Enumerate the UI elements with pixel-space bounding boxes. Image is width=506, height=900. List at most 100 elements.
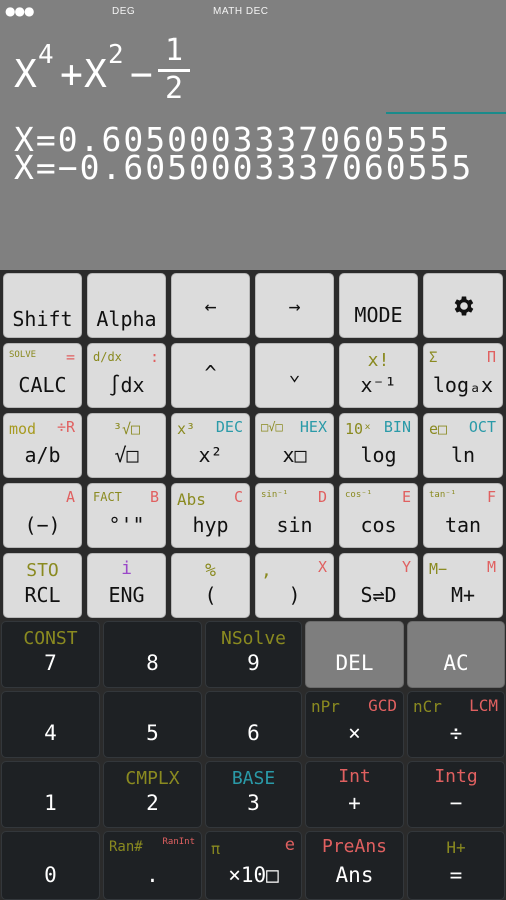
integral-alpha-label: : [149, 348, 159, 366]
m-plus-label: M+ [450, 583, 476, 607]
var-d-label: D [317, 488, 327, 506]
power-key[interactable]: □√□ HEX x□ [255, 413, 334, 478]
sd-key[interactable]: Y S⇌D [339, 553, 418, 618]
divide-key[interactable]: nCr LCM ÷ [407, 691, 505, 758]
digit-3-label: 3 [247, 791, 260, 815]
integral-label: ∫dx [108, 373, 145, 397]
digit-2-key[interactable]: CMPLX 2 [103, 761, 202, 828]
digit-5-label: 5 [146, 721, 159, 745]
cursor-left-key[interactable]: ← [171, 273, 250, 338]
var-c-label: C [233, 488, 243, 506]
cos-key[interactable]: cos⁻¹ E cos [339, 483, 418, 548]
times-ten-power-key[interactable]: π e ×10□ [205, 831, 302, 900]
var-m-label: M [486, 558, 496, 576]
degree-key[interactable]: FACT B °'" [87, 483, 166, 548]
calc-alpha-label: = [65, 348, 75, 366]
digit-5-key[interactable]: 5 [103, 691, 202, 758]
digit-0-label: 0 [44, 863, 57, 887]
decimal-point-key[interactable]: Ran# RanInt . [103, 831, 202, 900]
alpha-key[interactable]: Alpha [87, 273, 166, 338]
ten-power-shift-label: 10ˣ [345, 420, 373, 438]
cursor-up-key[interactable]: ^ [171, 343, 250, 408]
negate-key[interactable]: A (−) [3, 483, 82, 548]
cursor-down-key[interactable]: ⌄ [255, 343, 334, 408]
cos-label: cos [360, 513, 397, 537]
mode-key[interactable]: MODE [339, 273, 418, 338]
sqrt-key[interactable]: ³√□ √□ [87, 413, 166, 478]
m-minus-shift-label: M− [429, 560, 448, 578]
eng-key[interactable]: i ENG [87, 553, 166, 618]
tan-key[interactable]: tan⁻¹ F tan [423, 483, 503, 548]
reciprocal-key[interactable]: x! x⁻¹ [339, 343, 418, 408]
digit-3-key[interactable]: BASE 3 [205, 761, 302, 828]
calc-key[interactable]: SOLVE = CALC [3, 343, 82, 408]
arrow-right-icon: → [288, 294, 301, 318]
digit-4-key[interactable]: 4 [1, 691, 100, 758]
sd-label: S⇌D [360, 583, 397, 607]
cube-shift-label: x³ [177, 420, 196, 438]
ac-label: AC [443, 651, 469, 675]
intg-alpha-label: Intg [434, 766, 478, 787]
ln-key[interactable]: e□ OCT ln [423, 413, 503, 478]
digit-8-label: 8 [146, 651, 159, 675]
digit-9-key[interactable]: NSolve 9 [205, 621, 302, 688]
shift-key[interactable]: Shift [3, 273, 82, 338]
log-base-key[interactable]: Σ Π logₐx [423, 343, 503, 408]
ranint-alpha-label: RanInt [162, 837, 195, 847]
m-plus-key[interactable]: M− M M+ [423, 553, 503, 618]
digit-7-key[interactable]: CONST 7 [1, 621, 100, 688]
fraction-key[interactable]: mod ÷R a/b [3, 413, 82, 478]
multiply-key[interactable]: nPr GCD × [305, 691, 404, 758]
mod-shift-label: mod [9, 420, 37, 438]
fraction-label: a/b [24, 443, 61, 467]
display-screen: ●●● DEG MATH DEC X 4 + X 2 − 1 2 X=0.605… [0, 0, 506, 270]
square-label: x² [198, 443, 223, 467]
sin-label: sin [276, 513, 313, 537]
minus-key[interactable]: Intg − [407, 761, 505, 828]
var-y-label: Y [401, 558, 411, 576]
ans-label: Ans [335, 863, 374, 887]
settings-key[interactable] [423, 273, 503, 338]
integral-shift-label: d/dx [93, 350, 122, 364]
ac-key[interactable]: AC [407, 621, 505, 688]
rcl-label: RCL [24, 583, 61, 607]
lcm-alpha-label: LCM [469, 696, 498, 715]
random-shift-label: Ran# [109, 839, 143, 855]
del-key[interactable]: DEL [305, 621, 404, 688]
digit-6-key[interactable]: 6 [205, 691, 302, 758]
percent-shift-label: % [205, 560, 216, 581]
gear-icon [454, 296, 474, 316]
digit-8-key[interactable]: 8 [103, 621, 202, 688]
digit-7-label: 7 [44, 651, 57, 675]
caret-down-icon: ⌄ [288, 361, 301, 385]
plus-key[interactable]: Int + [305, 761, 404, 828]
caret-up-icon: ^ [204, 361, 217, 385]
expr-x: X [14, 52, 37, 96]
log-key[interactable]: 10ˣ BIN log [339, 413, 418, 478]
integral-key[interactable]: d/dx : ∫dx [87, 343, 166, 408]
digit-1-key[interactable]: 1 [1, 761, 100, 828]
equals-label: = [449, 863, 463, 887]
rcl-key[interactable]: STO RCL [3, 553, 82, 618]
ans-key[interactable]: PreAns Ans [305, 831, 404, 900]
hyp-key[interactable]: Abs C hyp [171, 483, 250, 548]
root-shift-label: □√□ [261, 420, 283, 434]
equals-key[interactable]: H+ = [407, 831, 505, 900]
shift-label: Shift [12, 307, 73, 331]
log-label: log [360, 443, 397, 467]
calc-shift-label: SOLVE [9, 350, 37, 360]
preans-alpha-label: PreAns [321, 836, 388, 857]
cursor-right-key[interactable]: → [255, 273, 334, 338]
digit-0-key[interactable]: 0 [1, 831, 100, 900]
open-paren-key[interactable]: % ( [171, 553, 250, 618]
open-paren-label: ( [204, 583, 217, 607]
cmplx-shift-label: CMPLX [125, 768, 180, 789]
dots-menu-icon[interactable]: ●●● [5, 4, 34, 18]
square-key[interactable]: x³ DEC x² [171, 413, 250, 478]
sin-key[interactable]: sin⁻¹ D sin [255, 483, 334, 548]
close-paren-key[interactable]: , X ) [255, 553, 334, 618]
minus-label: − [449, 791, 463, 815]
oct-base-label: OCT [468, 418, 496, 436]
atan-shift-label: tan⁻¹ [429, 490, 457, 500]
const-shift-label: CONST [23, 628, 78, 649]
